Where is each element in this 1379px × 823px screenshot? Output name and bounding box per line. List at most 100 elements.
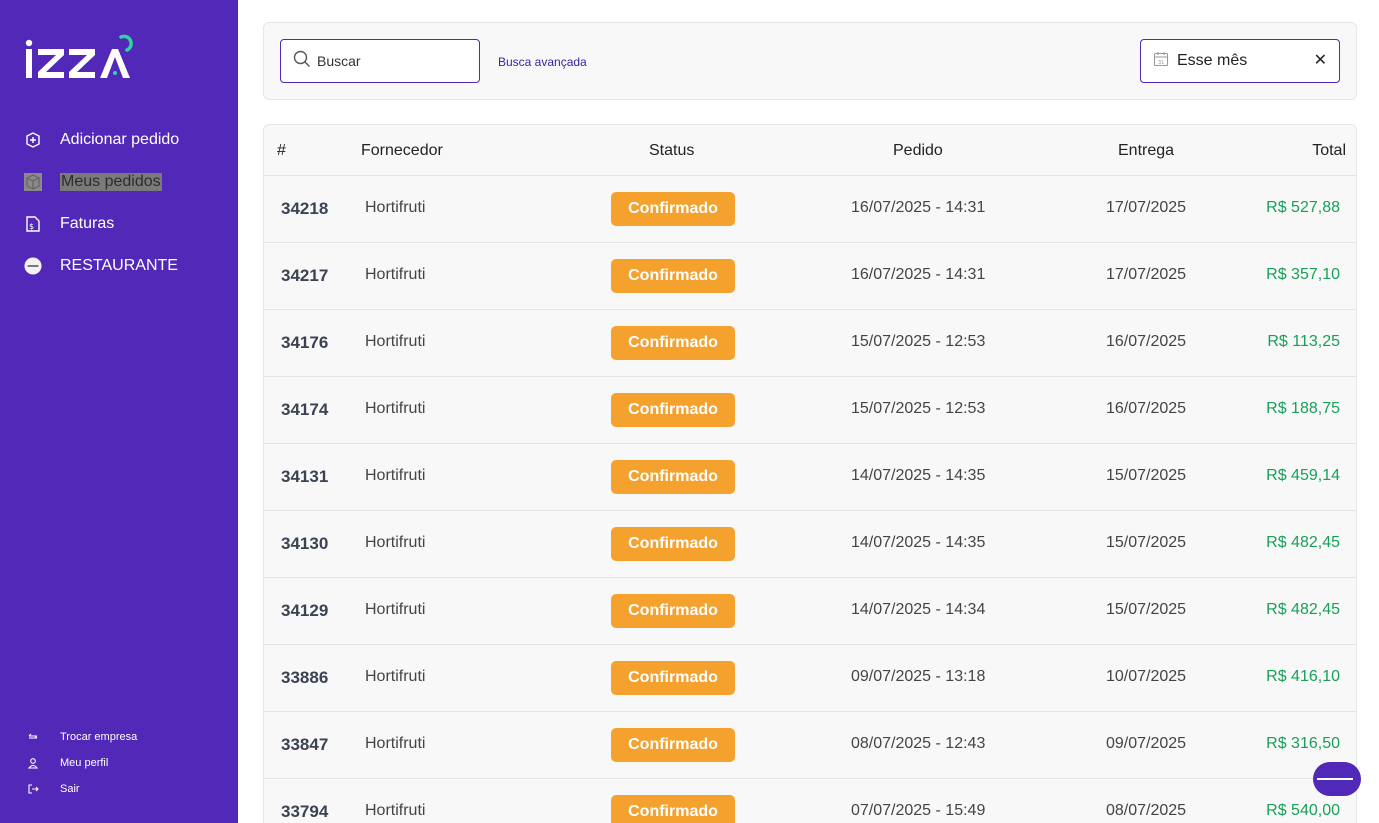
order-number: 33794 bbox=[281, 802, 329, 821]
restaurant-avatar-icon bbox=[24, 257, 42, 275]
status-badge: Confirmado bbox=[611, 326, 735, 360]
delivery-date: 15/07/2025 bbox=[1106, 467, 1187, 484]
order-total: R$ 416,10 bbox=[1266, 668, 1340, 685]
supplier-name: Hortifruti bbox=[365, 802, 426, 819]
sidebar-item-restaurant[interactable]: RESTAURANTE bbox=[0, 245, 238, 287]
status-badge: Confirmado bbox=[611, 594, 735, 628]
table-row[interactable]: 33886 Hortifruti Confirmado 09/07/2025 - 13… bbox=[264, 645, 1356, 712]
order-date: 14/07/2025 - 14:35 bbox=[851, 467, 986, 484]
supplier-name: Hortifruti bbox=[365, 467, 426, 484]
date-filter[interactable]: 31 Esse mês ✕ bbox=[1140, 39, 1340, 83]
delivery-date: 09/07/2025 bbox=[1106, 735, 1187, 752]
supplier-name: Hortifruti bbox=[365, 333, 426, 350]
supplier-name: Hortifruti bbox=[365, 735, 426, 752]
order-date: 15/07/2025 - 12:53 bbox=[851, 400, 986, 417]
table-row[interactable]: 34218 Hortifruti Confirmado 16/07/2025 - 14… bbox=[264, 176, 1356, 243]
date-filter-value: Esse mês bbox=[1177, 52, 1248, 69]
status-badge: Confirmado bbox=[611, 192, 735, 226]
user-icon bbox=[27, 757, 39, 769]
supplier-name: Hortifruti bbox=[365, 534, 426, 551]
invoice-icon: $ bbox=[24, 215, 42, 233]
supplier-name: Hortifruti bbox=[365, 199, 426, 216]
order-number: 34129 bbox=[281, 601, 329, 620]
search-box[interactable] bbox=[280, 39, 480, 83]
table-row[interactable]: 34217 Hortifruti Confirmado 16/07/2025 - 14… bbox=[264, 243, 1356, 310]
header-order-date[interactable]: Pedido bbox=[893, 142, 943, 160]
filter-bar: Busca avançada 31 Esse mês ✕ bbox=[263, 22, 1357, 100]
sidebar-item-label: RESTAURANTE bbox=[60, 257, 178, 274]
logout-link[interactable]: Sair bbox=[0, 776, 238, 802]
izza-logo[interactable]: izza bbox=[24, 32, 144, 84]
order-date: 08/07/2025 - 12:43 bbox=[851, 735, 986, 752]
delivery-date: 16/07/2025 bbox=[1106, 333, 1187, 350]
table-row[interactable]: 33794 Hortifruti Confirmado 07/07/2025 - 15… bbox=[264, 779, 1356, 823]
supplier-name: Hortifruti bbox=[365, 601, 426, 618]
izza-logo-icon bbox=[25, 34, 133, 78]
table-row[interactable]: 34131 Hortifruti Confirmado 14/07/2025 - 14… bbox=[264, 444, 1356, 511]
order-number: 34217 bbox=[281, 266, 329, 285]
status-badge: Confirmado bbox=[611, 527, 735, 561]
orders-table: # Fornecedor Status Pedido Entrega Total… bbox=[263, 124, 1357, 823]
svg-text:$: $ bbox=[29, 222, 34, 231]
switch-icon bbox=[27, 731, 39, 743]
order-total: R$ 188,75 bbox=[1266, 400, 1340, 417]
table-row[interactable]: 34174 Hortifruti Confirmado 15/07/2025 - 12… bbox=[264, 377, 1356, 444]
order-total: R$ 540,00 bbox=[1266, 802, 1340, 819]
advanced-search-link[interactable]: Busca avançada bbox=[498, 55, 587, 69]
table-row[interactable]: 34130 Hortifruti Confirmado 14/07/2025 - 14… bbox=[264, 511, 1356, 578]
order-total: R$ 316,50 bbox=[1266, 735, 1340, 752]
order-number: 34174 bbox=[281, 400, 329, 419]
header-number[interactable]: # bbox=[277, 142, 286, 160]
order-total: R$ 459,14 bbox=[1266, 467, 1340, 484]
search-input[interactable] bbox=[317, 53, 467, 69]
sidebar-item-add-order[interactable]: Adicionar pedido bbox=[0, 119, 238, 161]
sidebar-item-invoices[interactable]: $ Faturas bbox=[0, 203, 238, 245]
logout-icon bbox=[27, 783, 39, 795]
status-badge: Confirmado bbox=[611, 393, 735, 427]
table-row[interactable]: 34176 Hortifruti Confirmado 15/07/2025 - 12… bbox=[264, 310, 1356, 377]
sidebar-bottom-nav: Trocar empresa Meu perfil Sair bbox=[0, 724, 238, 802]
status-badge: Confirmado bbox=[611, 460, 735, 494]
table-body: 34218 Hortifruti Confirmado 16/07/2025 - 14… bbox=[264, 176, 1356, 823]
order-date: 16/07/2025 - 14:31 bbox=[851, 199, 986, 216]
delivery-date: 15/07/2025 bbox=[1106, 534, 1187, 551]
header-status[interactable]: Status bbox=[649, 142, 694, 160]
header-total[interactable]: Total bbox=[1312, 142, 1346, 160]
order-number: 34131 bbox=[281, 467, 329, 486]
sidebar: izza Adicionar pedido Meus pedidos $ Fat… bbox=[0, 0, 238, 823]
switch-company-link[interactable]: Trocar empresa bbox=[0, 724, 238, 750]
delivery-date: 16/07/2025 bbox=[1106, 400, 1187, 417]
header-delivery-date[interactable]: Entrega bbox=[1118, 142, 1174, 160]
search-icon bbox=[293, 50, 311, 73]
order-number: 33847 bbox=[281, 735, 329, 754]
order-date: 14/07/2025 - 14:35 bbox=[851, 534, 986, 551]
order-date: 14/07/2025 - 14:34 bbox=[851, 601, 986, 618]
delivery-date: 10/07/2025 bbox=[1106, 668, 1187, 685]
order-total: R$ 482,45 bbox=[1266, 601, 1340, 618]
status-badge: Confirmado bbox=[611, 661, 735, 695]
order-number: 34130 bbox=[281, 534, 329, 553]
table-header: # Fornecedor Status Pedido Entrega Total bbox=[264, 125, 1356, 176]
table-row[interactable]: 33847 Hortifruti Confirmado 08/07/2025 - 12… bbox=[264, 712, 1356, 779]
status-badge: Confirmado bbox=[611, 795, 735, 823]
order-number: 34176 bbox=[281, 333, 329, 352]
header-supplier[interactable]: Fornecedor bbox=[361, 142, 443, 160]
delivery-date: 15/07/2025 bbox=[1106, 601, 1187, 618]
sidebar-item-my-orders[interactable]: Meus pedidos bbox=[0, 161, 238, 203]
order-date: 07/07/2025 - 15:49 bbox=[851, 802, 986, 819]
delivery-date: 08/07/2025 bbox=[1106, 802, 1187, 819]
delivery-date: 17/07/2025 bbox=[1106, 199, 1187, 216]
order-total: R$ 113,25 bbox=[1267, 333, 1340, 350]
supplier-name: Hortifruti bbox=[365, 266, 426, 283]
floating-action-button[interactable] bbox=[1313, 762, 1361, 796]
box-icon bbox=[24, 173, 42, 191]
order-date: 15/07/2025 - 12:53 bbox=[851, 333, 986, 350]
supplier-name: Hortifruti bbox=[365, 400, 426, 417]
status-badge: Confirmado bbox=[611, 259, 735, 293]
clear-date-icon[interactable]: ✕ bbox=[1314, 52, 1327, 70]
my-profile-link[interactable]: Meu perfil bbox=[0, 750, 238, 776]
calendar-icon: 31 bbox=[1153, 51, 1169, 72]
order-total: R$ 482,45 bbox=[1266, 534, 1340, 551]
table-row[interactable]: 34129 Hortifruti Confirmado 14/07/2025 - 14… bbox=[264, 578, 1356, 645]
order-date: 09/07/2025 - 13:18 bbox=[851, 668, 986, 685]
